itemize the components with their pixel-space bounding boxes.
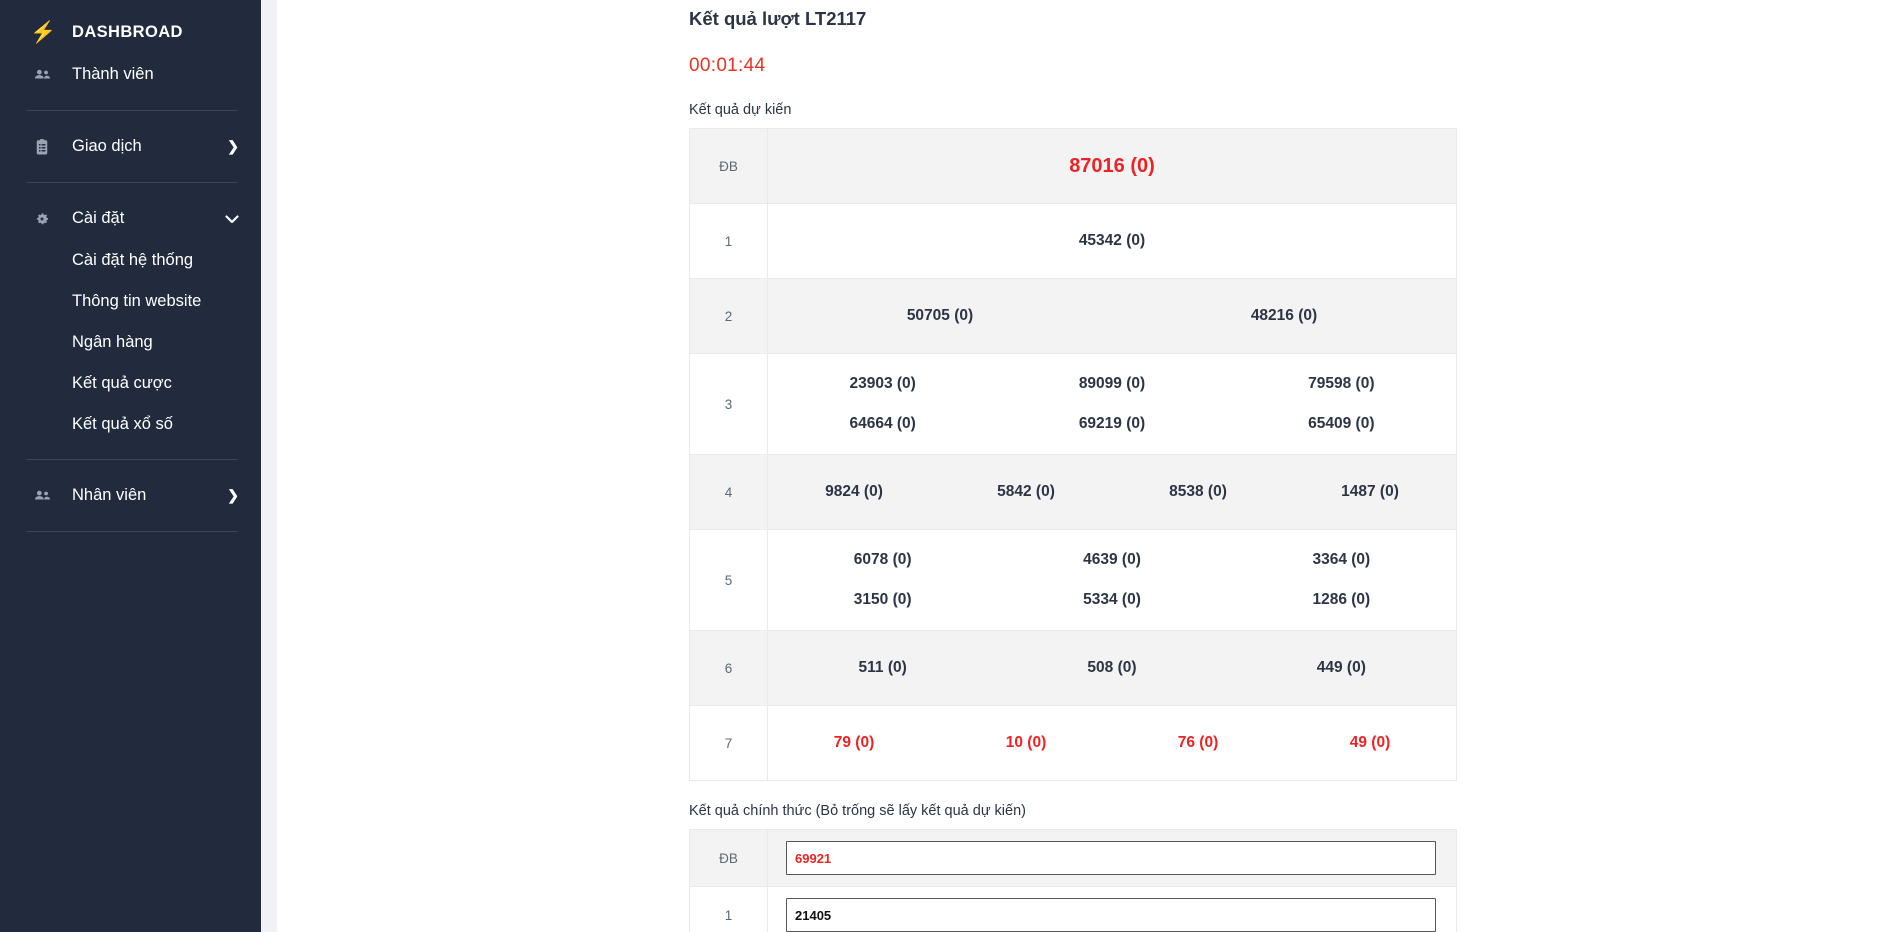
sidebar-item-label: Giao dịch [72,137,209,156]
prize-number: 10 (0) [940,734,1112,752]
prize-number: 65409 (0) [1227,415,1456,433]
prize-label: 4 [690,455,768,530]
predicted-result-label: Kết quả dự kiến [277,77,1895,118]
official-input-cell [768,887,1457,932]
prize-label: 6 [690,631,768,706]
prize-label: 7 [690,706,768,781]
chevron-down-icon [225,214,239,224]
prize-number: 87016 (0) [768,155,1456,178]
official-result-label: Kết quả chính thức (Bỏ trống sẽ lấy kết … [277,781,1895,819]
content-gutter [261,0,277,932]
main-content: Kết quả lượt LT2117 00:01:44 Kết quả dự … [277,0,1895,932]
sidebar-item-giao-dich[interactable]: Giao dịch ❯ [0,125,261,168]
sidebar-item-label: Nhân viên [72,486,209,505]
table-row: ĐB [690,830,1457,887]
clipboard-icon [30,138,54,156]
prize-number: 89099 (0) [997,375,1226,393]
table-row: 1 [690,887,1457,932]
prize-number: 508 (0) [997,659,1226,677]
brand[interactable]: ⚡ DASHBROAD [0,12,261,53]
brand-label: DASHBROAD [72,23,183,42]
prize-values: 79 (0)10 (0)76 (0)49 (0) [768,706,1457,781]
prize-number: 64664 (0) [768,415,997,433]
prize-values: 45342 (0) [768,204,1457,279]
prize-label: 1 [690,204,768,279]
sidebar-item-cai-dat[interactable]: Cài đặt [0,197,261,240]
chevron-right-icon: ❯ [227,487,239,504]
prize-number: 9824 (0) [768,483,940,501]
sidebar-item-label: Cài đặt [72,209,207,228]
sidebar-subitem-ngan-hang[interactable]: Ngân hàng [0,322,261,363]
table-row: 323903 (0)89099 (0)79598 (0) 64664 (0)692… [690,354,1457,455]
prize-number: 23903 (0) [768,375,997,393]
prize-number: 1487 (0) [1284,483,1456,501]
table-row: 49824 (0)5842 (0)8538 (0)1487 (0) [690,455,1457,530]
app-root: ⚡ DASHBROAD Thành viên Giao dịch ❯ Cài đ… [0,0,1895,932]
sidebar-subitem-ket-qua-cuoc[interactable]: Kết quả cược [0,363,261,404]
prize-values: 50705 (0)48216 (0) [768,279,1457,354]
table-row: ĐB87016 (0) [690,129,1457,204]
sidebar-subitem-ket-qua-xo-so[interactable]: Kết quả xổ số [0,404,261,445]
prize-number: 79 (0) [768,734,940,752]
prize-number: 50705 (0) [768,307,1112,325]
prize-number: 79598 (0) [1227,375,1456,393]
table-row: 145342 (0) [690,204,1457,279]
prize-values: 9824 (0)5842 (0)8538 (0)1487 (0) [768,455,1457,530]
page-title: Kết quả lượt LT2117 [277,0,1895,30]
official-result-input-1[interactable] [786,898,1436,932]
prize-number: 3364 (0) [1227,551,1456,569]
bolt-icon: ⚡ [30,22,54,43]
table-row: 6511 (0)508 (0)449 (0) [690,631,1457,706]
official-table-wrap: ĐB1 [277,819,1895,932]
table-row: 779 (0)10 (0)76 (0)49 (0) [690,706,1457,781]
predicted-results-table: ĐB87016 (0)145342 (0)250705 (0)48216 (0)… [689,128,1457,781]
prize-number: 76 (0) [1112,734,1284,752]
prize-number: 1286 (0) [1227,591,1456,609]
prize-values: 87016 (0) [768,129,1457,204]
prize-number: 49 (0) [1284,734,1456,752]
prize-number: 3150 (0) [768,591,997,609]
gear-icon [30,210,54,228]
users-icon [30,486,54,505]
prize-number: 48216 (0) [1112,307,1456,325]
prize-number: 449 (0) [1227,659,1456,677]
sidebar-divider-4 [26,531,238,532]
sidebar-subitem-cai-dat-he-thong[interactable]: Cài đặt hệ thống [0,240,261,281]
sidebar-item-thanh-vien[interactable]: Thành viên [0,53,261,96]
official-input-cell [768,830,1457,887]
sidebar-divider-2 [26,182,238,183]
table-row: 250705 (0)48216 (0) [690,279,1457,354]
prize-number: 69219 (0) [997,415,1226,433]
prize-values: 511 (0)508 (0)449 (0) [768,631,1457,706]
prize-number: 5334 (0) [997,591,1226,609]
prize-label: 1 [690,887,768,932]
countdown-timer: 00:01:44 [277,30,1895,77]
sidebar-item-label: Thành viên [72,65,239,84]
sidebar-subitem-thong-tin-website[interactable]: Thông tin website [0,281,261,322]
prize-values: 23903 (0)89099 (0)79598 (0) 64664 (0)6921… [768,354,1457,455]
prize-label: ĐB [690,129,768,204]
official-result-input-đb[interactable] [786,841,1436,875]
prize-number: 45342 (0) [768,232,1456,250]
prize-number: 511 (0) [768,659,997,677]
predicted-table-wrap: ĐB87016 (0)145342 (0)250705 (0)48216 (0)… [277,118,1895,781]
prize-number: 8538 (0) [1112,483,1284,501]
chevron-right-icon: ❯ [227,138,239,155]
prize-label: 3 [690,354,768,455]
users-icon [30,65,54,84]
prize-number: 4639 (0) [997,551,1226,569]
prize-label: 2 [690,279,768,354]
sidebar-divider-1 [26,110,238,111]
prize-number: 5842 (0) [940,483,1112,501]
prize-label: 5 [690,530,768,631]
sidebar-item-nhan-vien[interactable]: Nhân viên ❯ [0,474,261,517]
prize-values: 6078 (0)4639 (0)3364 (0) 3150 (0)5334 (0)… [768,530,1457,631]
table-row: 56078 (0)4639 (0)3364 (0) 3150 (0)5334 (0… [690,530,1457,631]
sidebar-divider-3 [26,459,238,460]
official-results-table: ĐB1 [689,829,1457,932]
sidebar: ⚡ DASHBROAD Thành viên Giao dịch ❯ Cài đ… [0,0,261,932]
prize-number: 6078 (0) [768,551,997,569]
prize-label: ĐB [690,830,768,887]
